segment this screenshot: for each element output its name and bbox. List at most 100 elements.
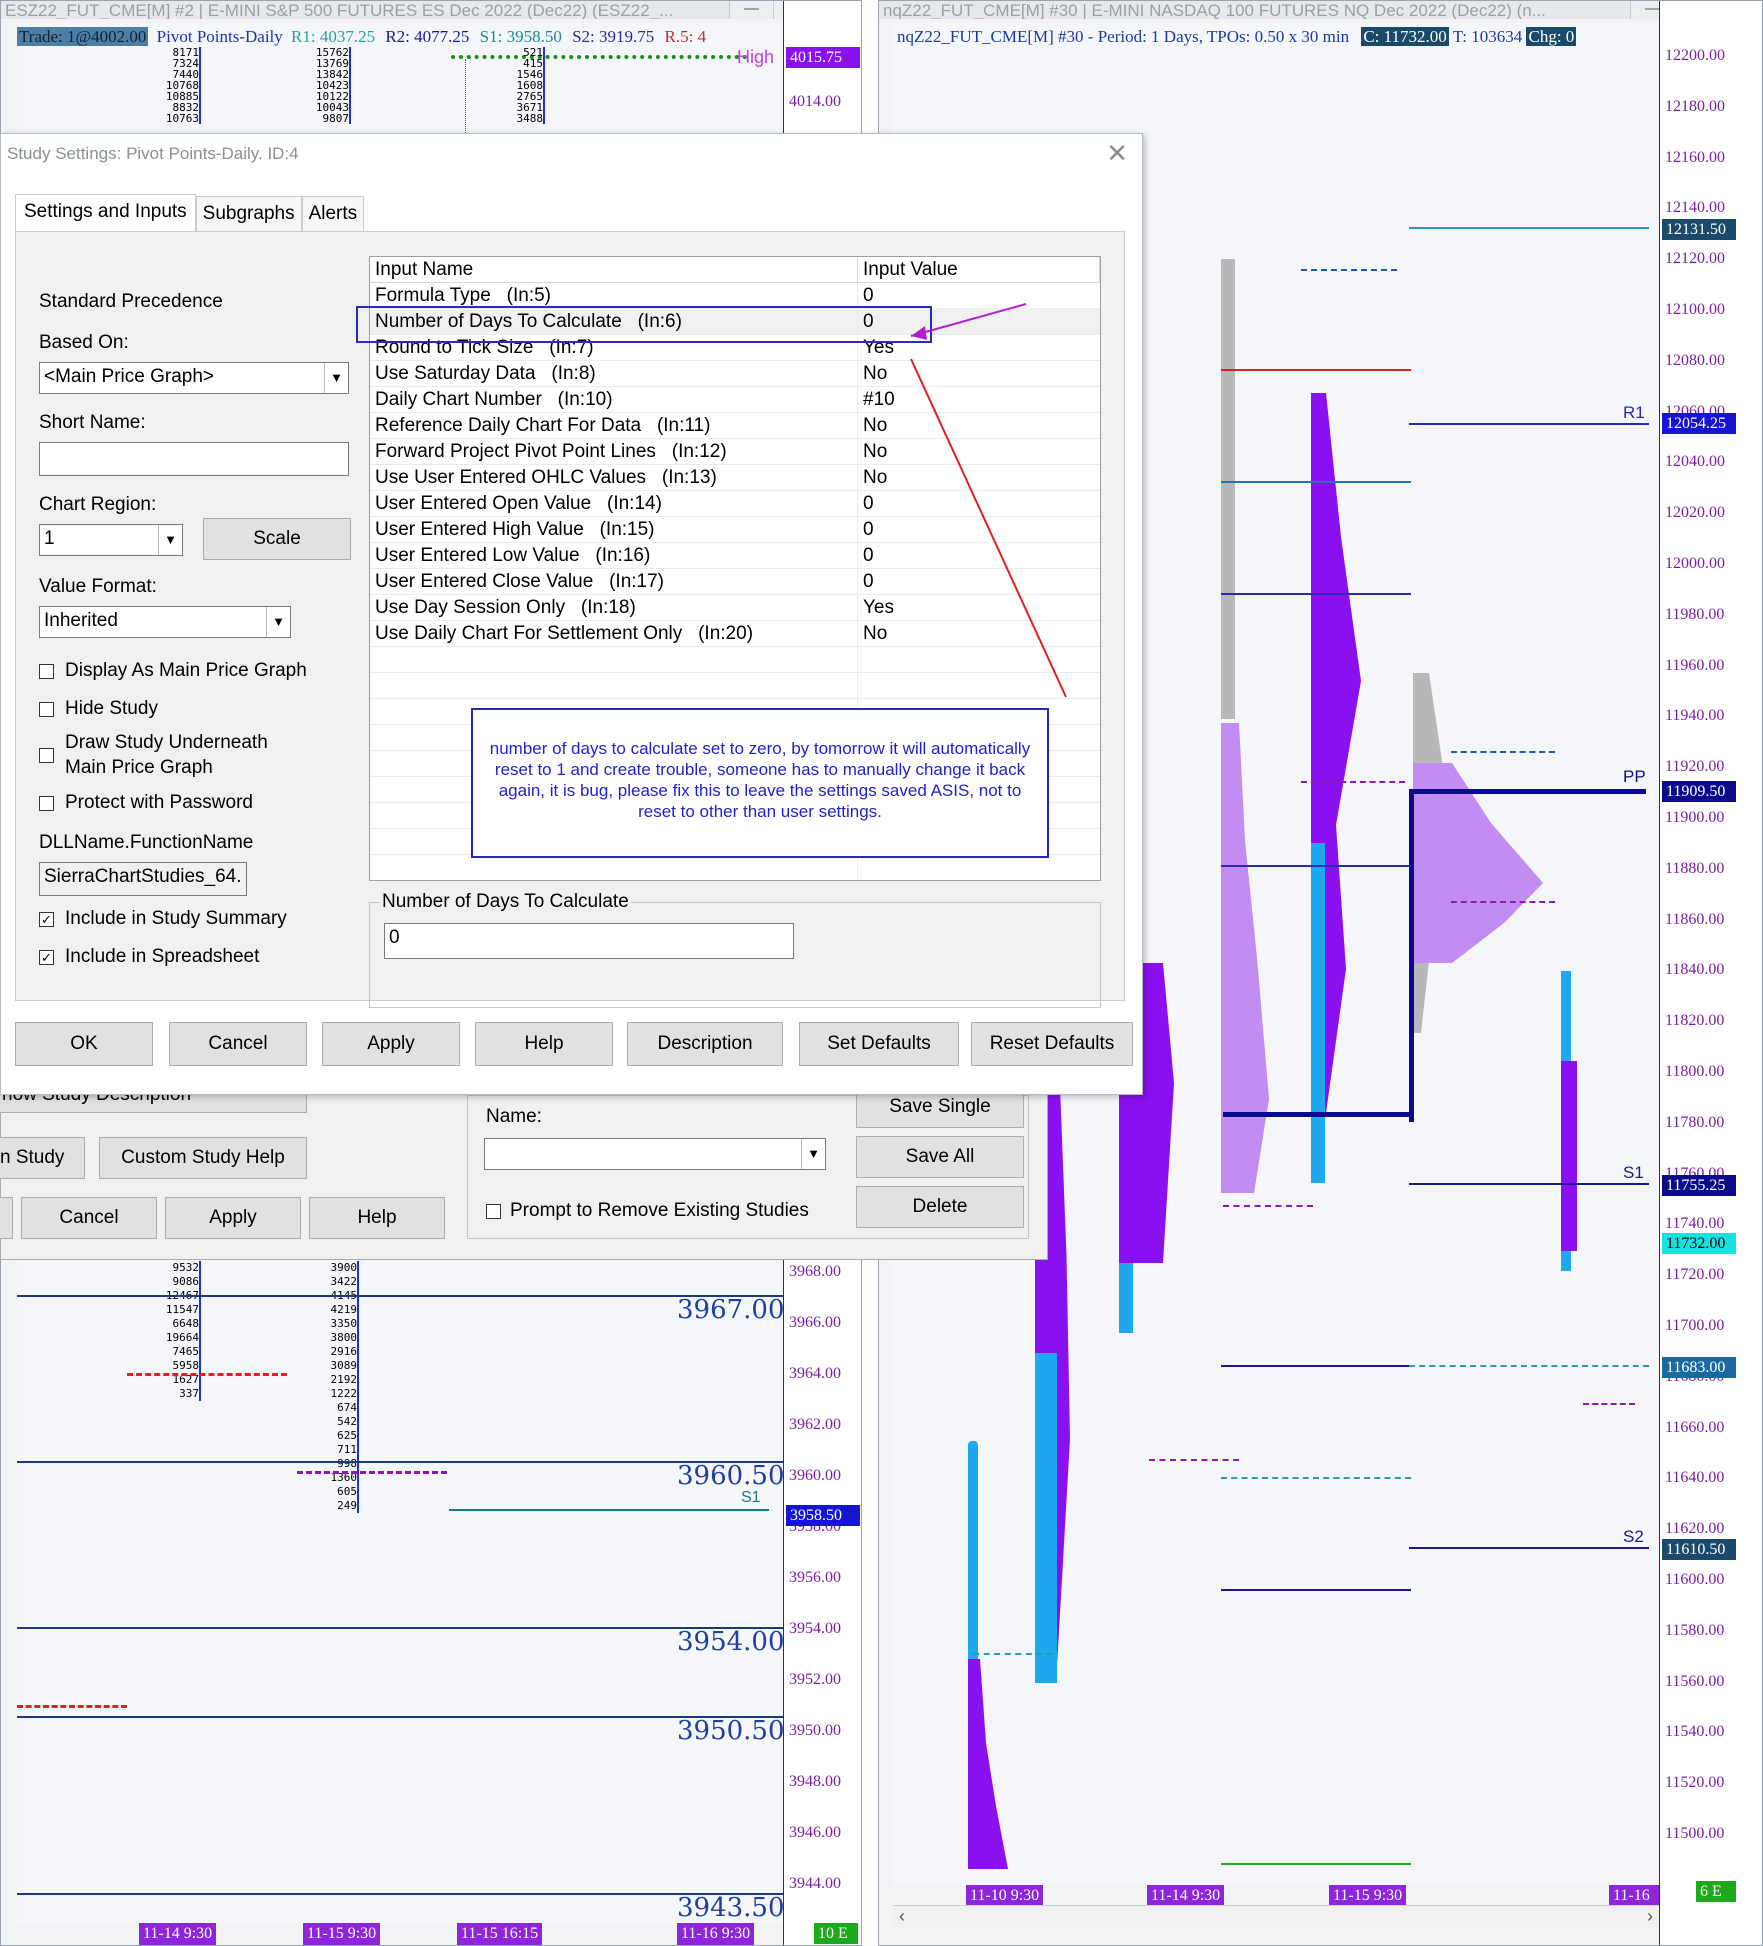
price-tick: 11860.00 [1665, 910, 1725, 928]
x-label-11-15: 11-15 9:30 [303, 1923, 381, 1945]
volume-value: 3089 [330, 1359, 358, 1372]
scale-button[interactable]: Scale [203, 518, 351, 560]
ok-button[interactable]: OK [15, 1022, 153, 1066]
horizontal-scrollbar[interactable]: ‹ › [893, 1905, 1659, 1927]
price-tick: 3948.00 [789, 1773, 841, 1790]
input-name-cell: Use Saturday Data (In:8) [375, 363, 596, 384]
back-ok-button[interactable] [0, 1197, 13, 1239]
tpo-profile-1116b [1561, 1061, 1577, 1251]
description-button[interactable]: Description [627, 1022, 783, 1066]
draw-underneath-checkbox[interactable] [39, 748, 54, 763]
price-tick: 3954.00 [789, 1620, 841, 1637]
pp-line [1414, 789, 1646, 794]
scroll-left-icon[interactable]: ‹ [899, 1906, 905, 1927]
volume-value: 5958 [172, 1359, 200, 1372]
trade-label: Trade: 1@4002.00 [17, 27, 149, 46]
chevron-down-icon[interactable]: ▼ [266, 607, 290, 637]
s1-line [1409, 1183, 1649, 1185]
price-tick: 11960.00 [1665, 656, 1725, 674]
price-tick: 11500.00 [1665, 1825, 1725, 1842]
based-on-select[interactable]: <Main Price Graph> ▼ [39, 362, 349, 394]
price-tick: 11580.00 [1665, 1621, 1725, 1639]
price-tick: 12000.00 [1665, 555, 1725, 572]
include-summary-checkbox[interactable]: ✓ [39, 912, 54, 927]
volume-value: 9532 [172, 1261, 200, 1274]
price-tick: 11920.00 [1665, 758, 1725, 776]
pivot-step-vertical [1409, 789, 1414, 1122]
dll-name-field[interactable]: SierraChartStudies_64. [39, 862, 247, 896]
volume-value: 337 [179, 1387, 199, 1400]
draw-underneath-label: Draw Study Underneath [65, 732, 268, 753]
reset-defaults-button[interactable]: Reset Defaults [971, 1022, 1133, 1066]
chevron-down-icon[interactable]: ▼ [801, 1139, 825, 1169]
input-name-cell: User Entered Low Value (In:16) [375, 545, 651, 566]
back-cancel-button[interactable]: Cancel [21, 1197, 157, 1239]
input-name-cell: Use User Entered OHLC Values (In:13) [375, 467, 717, 488]
chart-region-label: Chart Region: [39, 494, 157, 515]
input-value-cell[interactable]: 0 [863, 545, 874, 567]
nq-header: nqZ22_FUT_CME[M] #30 - Period: 1 Days, T… [897, 27, 1350, 46]
input-value-header[interactable]: Input Value [858, 257, 1100, 283]
short-name-input[interactable] [39, 442, 349, 476]
price-tick: 11880.00 [1665, 859, 1725, 877]
price-tick: 3966.00 [789, 1314, 841, 1331]
tab-settings-and-inputs[interactable]: Settings and Inputs [15, 194, 196, 232]
input-value-cell[interactable]: 0 [863, 519, 874, 541]
studyset-name-select[interactable]: ▼ [484, 1138, 826, 1170]
price-tick: 11560.00 [1665, 1672, 1725, 1690]
help-button[interactable]: Help [475, 1022, 613, 1066]
price-tick: 12040.00 [1665, 453, 1725, 471]
price-tick: 11900.00 [1665, 809, 1725, 826]
vol-column-b-bottom: 3900 3422 4145 4219 3350 3800 2916 3089 2192 1222… [307, 1261, 359, 1513]
input-value-cell[interactable]: 0 [863, 493, 874, 515]
price-tick: 12200.00 [1665, 47, 1725, 64]
custom-study-help-button[interactable]: Custom Study Help [99, 1137, 307, 1179]
green-line [1221, 1863, 1411, 1865]
tab-subgraphs[interactable]: Subgraphs [195, 196, 302, 232]
price-tick: 11820.00 [1665, 1012, 1725, 1030]
volume-value: 542 [337, 1415, 357, 1428]
value-format-select[interactable]: Inherited ▼ [39, 606, 291, 638]
name-label: Name: [486, 1106, 542, 1127]
save-all-button[interactable]: Save All [856, 1136, 1024, 1178]
hide-study-checkbox[interactable] [39, 702, 54, 717]
nq-price-axis[interactable]: 12200.00 12180.00 12160.00 12140.00 12120.00… [1659, 1, 1762, 1945]
tab-alerts[interactable]: Alerts [301, 196, 365, 232]
value-format-label: Value Format: [39, 576, 157, 597]
s1-price-tag: 11755.25 [1662, 1175, 1736, 1196]
input-value-cell[interactable]: 0 [863, 571, 874, 593]
protect-password-checkbox[interactable] [39, 796, 54, 811]
prompt-remove-checkbox[interactable] [486, 1204, 501, 1219]
days-to-calculate-input[interactable]: 0 [384, 923, 794, 959]
chevron-down-icon[interactable]: ▼ [158, 525, 182, 555]
input-name-header[interactable]: Input Name [370, 257, 858, 283]
apply-button[interactable]: Apply [322, 1022, 460, 1066]
cancel-button[interactable]: Cancel [169, 1022, 307, 1066]
include-spreadsheet-checkbox[interactable]: ✓ [39, 950, 54, 965]
r2-label: R2: 4077.25 [385, 27, 470, 46]
back-apply-button[interactable]: Apply [165, 1197, 301, 1239]
close-icon[interactable]: ✕ [1106, 138, 1128, 169]
include-summary-label: Include in Study Summary [65, 908, 287, 929]
delete-button[interactable]: Delete [856, 1186, 1024, 1228]
r1-label: R1: 4037.25 [291, 27, 376, 46]
back-help-button[interactable]: Help [309, 1197, 445, 1239]
set-defaults-button[interactable]: Set Defaults [799, 1022, 959, 1066]
price-tick: 11600.00 [1665, 1571, 1725, 1588]
protect-password-label: Protect with Password [65, 792, 253, 813]
input-name-cell: Use Daily Chart For Settlement Only (In:… [375, 623, 754, 644]
tpo-profile-1110 [968, 1441, 978, 1681]
chevron-down-icon[interactable]: ▼ [324, 363, 348, 393]
price-tick: 11700.00 [1665, 1317, 1725, 1334]
navy-line-3 [1221, 1365, 1411, 1367]
s1-price-tag: 3958.50 [786, 1505, 860, 1526]
scroll-right-icon[interactable]: › [1647, 1906, 1653, 1927]
input-value-cell[interactable]: 0 [863, 285, 874, 307]
chart-region-select[interactable]: 1 ▼ [39, 524, 183, 556]
add-study-button[interactable]: n Study [0, 1137, 85, 1179]
price-tick: 11740.00 [1665, 1215, 1725, 1233]
level-label-3950: 3950.50 [677, 1716, 785, 1746]
display-as-main-checkbox[interactable] [39, 664, 54, 679]
study-settings-dialog[interactable]: Study Settings: Pivot Points-Daily. ID:4… [0, 133, 1143, 1095]
minimize-icon[interactable]: — [729, 1, 773, 19]
